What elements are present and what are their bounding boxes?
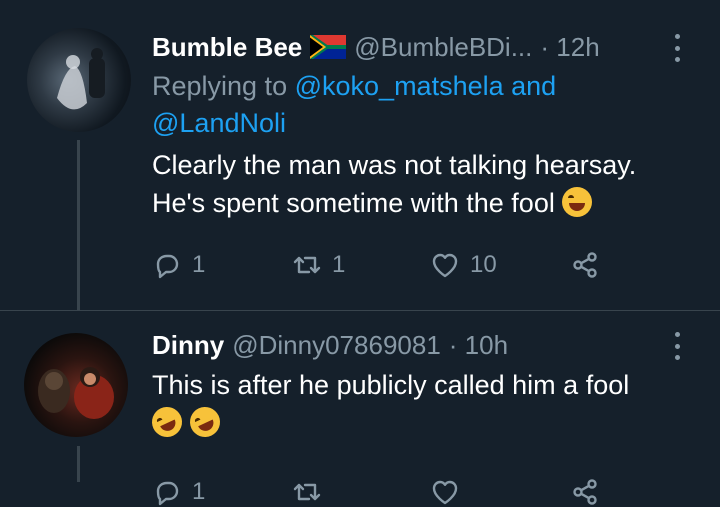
heart-icon (432, 253, 458, 278)
reply-count: 1 (192, 251, 206, 278)
timestamp[interactable]: · 12h (540, 32, 599, 63)
south-africa-flag-icon (310, 35, 347, 59)
tweet-text-line: Clearly the man was not talking hearsay. (152, 150, 637, 180)
like-button[interactable]: 10 (430, 250, 570, 280)
tweet[interactable]: Bumble Bee @BumbleBDi... · 12h Replying … (0, 0, 720, 311)
reply-button[interactable]: 1 (152, 250, 292, 280)
rolling-on-floor-laughing-emoji (184, 402, 225, 442)
mention-link[interactable]: @koko_matshela (295, 71, 504, 101)
tweet-text: Clearly the man was not talking hearsay.… (152, 146, 690, 222)
avatar-image (57, 48, 105, 110)
thread-line (77, 446, 80, 482)
like-count: 10 (470, 251, 497, 278)
thread-line (77, 140, 80, 310)
avatar[interactable] (24, 333, 128, 437)
user-handle[interactable]: @Dinny07869081 (232, 330, 441, 361)
avatar[interactable] (27, 28, 131, 132)
tweet-text-line: He's spent sometime with the fool (152, 188, 555, 218)
user-handle[interactable]: @BumbleBDi... (354, 32, 532, 63)
display-name[interactable]: Dinny (152, 330, 224, 361)
tweet-text-line: This is after he publicly called him a f… (152, 370, 630, 400)
tweet-text: This is after he publicly called him a f… (147, 366, 690, 442)
tweet-actions: 1 1 10 (152, 250, 600, 280)
retweet-button[interactable]: 1 (292, 250, 430, 280)
replying-to: Replying to @koko_matshela and @LandNoli (152, 68, 690, 142)
reply-icon (156, 254, 179, 279)
tweet[interactable]: Dinny @Dinny07869081 · 10h This is after… (0, 311, 720, 506)
face-with-tears-of-joy-emoji (562, 187, 593, 217)
display-name[interactable]: Bumble Bee (152, 32, 302, 63)
timestamp[interactable]: · 10h (449, 330, 508, 361)
more-icon[interactable] (672, 34, 682, 62)
tweet-header: Dinny @Dinny07869081 · 10h (152, 328, 690, 362)
more-icon[interactable] (672, 332, 682, 360)
tweet-content: Bumble Bee @BumbleBDi... · 12h Replying … (152, 30, 690, 279)
replying-prefix: Replying to (152, 71, 288, 101)
retweet-count: 1 (332, 251, 346, 278)
tweet-header: Bumble Bee @BumbleBDi... · 12h (152, 30, 690, 64)
share-icon (573, 252, 597, 278)
rolling-on-floor-laughing-emoji (147, 402, 187, 442)
replying-and: and (511, 71, 557, 101)
retweet-icon (293, 256, 321, 274)
tweet-content: Dinny @Dinny07869081 · 10h This is after… (147, 328, 690, 506)
avatar-image (38, 367, 114, 419)
reply-count: 1 (192, 478, 206, 505)
share-button[interactable] (570, 250, 600, 280)
mention-link[interactable]: @LandNoli (152, 108, 286, 138)
